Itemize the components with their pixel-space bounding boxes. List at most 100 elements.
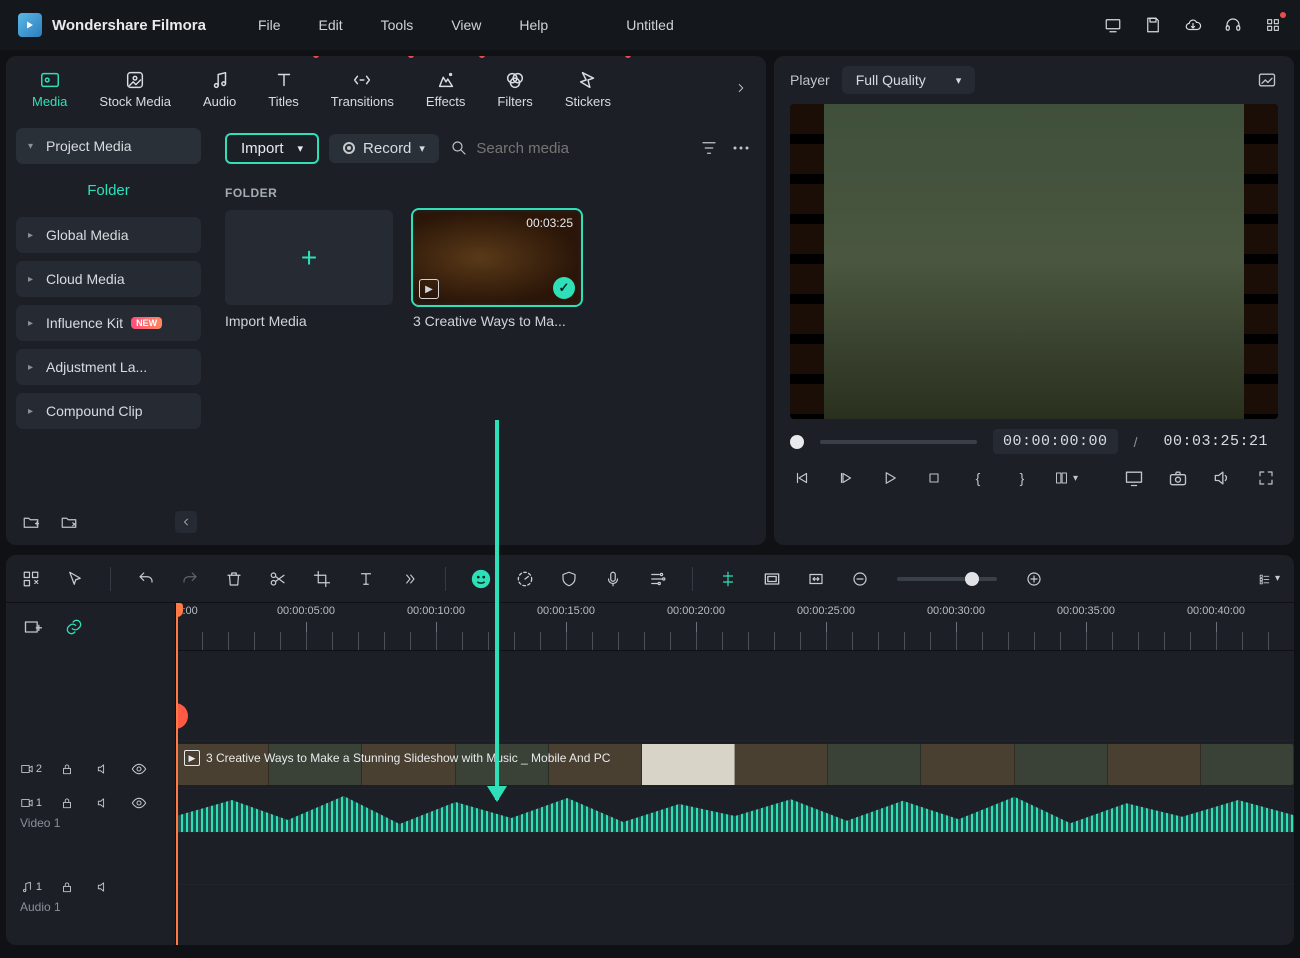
stop-icon[interactable]	[922, 466, 946, 490]
tab-filters[interactable]: Filters	[481, 56, 548, 120]
auto-layout-icon[interactable]	[20, 568, 42, 590]
crop-icon[interactable]	[311, 568, 333, 590]
delete-folder-icon[interactable]	[58, 511, 80, 533]
display-icon[interactable]	[1122, 466, 1146, 490]
search-input[interactable]	[476, 140, 688, 157]
track-v2-lane[interactable]	[176, 651, 1294, 741]
tab-stock-media[interactable]: Stock Media	[83, 56, 187, 120]
ruler-label: 00:00:40:00	[1187, 605, 1245, 617]
tab-transitions[interactable]: Transitions	[315, 56, 410, 120]
sidebar-item-cloud-media[interactable]: ▸Cloud Media	[16, 261, 201, 297]
menu-tools[interactable]: Tools	[381, 17, 414, 33]
tab-titles[interactable]: Titles	[252, 56, 315, 120]
new-folder-icon[interactable]	[20, 511, 42, 533]
device-icon[interactable]	[1104, 16, 1122, 34]
save-icon[interactable]	[1144, 16, 1162, 34]
snapshot-icon[interactable]	[1256, 69, 1278, 91]
zoom-slider[interactable]	[897, 577, 997, 581]
undo-icon[interactable]	[135, 568, 157, 590]
sidebar-item-adjustment-layer[interactable]: ▸Adjustment La...	[16, 349, 201, 385]
support-icon[interactable]	[1224, 16, 1242, 34]
import-button[interactable]: Import▾	[225, 133, 319, 164]
mic-icon[interactable]	[602, 568, 624, 590]
timeline-view-icon[interactable]: ▾	[1258, 568, 1280, 590]
menu-view[interactable]: View	[451, 17, 481, 33]
more-icon[interactable]	[730, 137, 752, 159]
tab-stickers[interactable]: Stickers	[549, 56, 627, 120]
visibility-icon[interactable]	[128, 758, 150, 780]
quality-dropdown[interactable]: Full Quality▾	[842, 66, 976, 94]
zoom-in-icon[interactable]	[1023, 568, 1045, 590]
lock-icon[interactable]	[56, 792, 78, 814]
timecode-current[interactable]: 00:00:00:00	[993, 429, 1118, 454]
audio-mix-icon[interactable]	[646, 568, 668, 590]
sidebar-item-global-media[interactable]: ▸Global Media	[16, 217, 201, 253]
track-a1-lane[interactable]	[176, 833, 1294, 885]
timeline-ruler[interactable]: 00:00 00:00:05:00 00:00:10:00 00:00:15:0…	[176, 603, 1294, 651]
record-icon	[343, 142, 355, 154]
audio-waveform	[176, 792, 1294, 832]
mark-in-icon[interactable]: {	[966, 466, 990, 490]
visibility-icon[interactable]	[128, 792, 150, 814]
video-clip[interactable]: ▶3 Creative Ways to Make a Stunning Slid…	[176, 744, 1294, 785]
redo-icon[interactable]	[179, 568, 201, 590]
menu-edit[interactable]: Edit	[319, 17, 343, 33]
zoom-out-icon[interactable]	[849, 568, 871, 590]
fullscreen-icon[interactable]	[1254, 466, 1278, 490]
marker-icon[interactable]	[717, 568, 739, 590]
track-v1-wave-lane[interactable]	[176, 789, 1294, 833]
shield-icon[interactable]	[558, 568, 580, 590]
track-head-v2[interactable]: 2	[6, 752, 175, 786]
filter-icon[interactable]	[698, 137, 720, 159]
scrubber-handle[interactable]	[790, 435, 804, 449]
lock-icon[interactable]	[56, 876, 78, 898]
volume-icon[interactable]	[1210, 466, 1234, 490]
playhead[interactable]	[176, 603, 178, 945]
track-head-a1[interactable]: 1 Audio 1	[6, 870, 175, 920]
camera-icon[interactable]	[1166, 466, 1190, 490]
expand-tools-icon[interactable]	[399, 568, 421, 590]
mute-icon[interactable]	[92, 792, 114, 814]
app-name: Wondershare Filmora	[52, 17, 206, 34]
menu-help[interactable]: Help	[519, 17, 548, 33]
mute-icon[interactable]	[92, 758, 114, 780]
sidebar-item-project-media[interactable]: ▾Project Media	[16, 128, 201, 164]
ai-icon[interactable]	[470, 568, 492, 590]
track-v1-thumbs-lane[interactable]: ▶3 Creative Ways to Make a Stunning Slid…	[176, 741, 1294, 789]
tab-media[interactable]: Media	[16, 56, 83, 120]
sidebar-item-folder[interactable]: Folder	[16, 172, 201, 209]
import-media-tile[interactable]: + Import Media	[225, 210, 393, 329]
preview-viewport[interactable]	[790, 104, 1278, 419]
lock-icon[interactable]	[56, 758, 78, 780]
split-icon[interactable]	[267, 568, 289, 590]
safe-zone-icon[interactable]	[761, 568, 783, 590]
tab-audio[interactable]: Audio	[187, 56, 252, 120]
text-icon[interactable]	[355, 568, 377, 590]
menu-file[interactable]: File	[258, 17, 281, 33]
scrubber-track[interactable]	[820, 440, 977, 444]
tabs-more-icon[interactable]	[726, 73, 756, 103]
delete-icon[interactable]	[223, 568, 245, 590]
media-clip-tile[interactable]: 00:03:25 ▶ ✓ 3 Creative Ways to Ma...	[413, 210, 581, 329]
apps-icon[interactable]	[1264, 16, 1282, 34]
layout-dropdown-icon[interactable]: ▾	[1054, 466, 1078, 490]
sidebar-item-influence-kit[interactable]: ▸Influence KitNEW	[16, 305, 201, 341]
tab-effects[interactable]: Effects	[410, 56, 482, 120]
pointer-icon[interactable]	[64, 568, 86, 590]
link-icon[interactable]	[62, 615, 86, 639]
speed-icon[interactable]	[514, 568, 536, 590]
mute-icon[interactable]	[92, 876, 114, 898]
step-back-icon[interactable]	[834, 466, 858, 490]
add-track-icon[interactable]	[22, 616, 44, 638]
stock-media-icon	[123, 68, 147, 92]
cloud-icon[interactable]	[1184, 16, 1202, 34]
fit-icon[interactable]	[805, 568, 827, 590]
sidebar-item-compound-clip[interactable]: ▸Compound Clip	[16, 393, 201, 429]
mark-out-icon[interactable]: }	[1010, 466, 1034, 490]
prev-frame-icon[interactable]	[790, 466, 814, 490]
record-button[interactable]: Record▾	[329, 134, 439, 163]
collapse-sidebar-icon[interactable]	[175, 511, 197, 533]
play-icon[interactable]	[878, 466, 902, 490]
video-type-icon: ▶	[419, 279, 439, 299]
track-head-v1[interactable]: 1 Video 1	[6, 786, 175, 870]
